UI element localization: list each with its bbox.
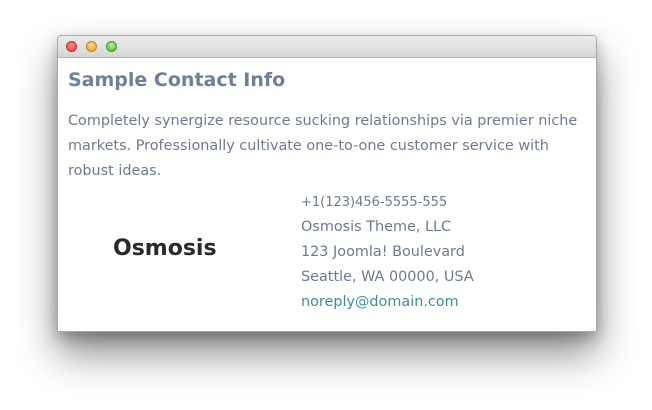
phone-number: +1(123)456-5555-555 — [301, 195, 448, 210]
contact-intro: Completely synergize resource sucking re… — [68, 113, 578, 179]
company-logo: Osmosis — [113, 236, 217, 261]
address-block: +1(123)456-5555-555 Osmosis Theme, LLC 1… — [301, 190, 474, 315]
contact-heading: Sample Contact Info — [68, 69, 286, 91]
city-state-zip: Seattle, WA 00000, USA — [301, 269, 474, 285]
close-icon[interactable] — [66, 41, 77, 52]
minimize-icon[interactable] — [86, 41, 97, 52]
email-link[interactable]: noreply@domain.com — [301, 290, 474, 315]
contact-details: Osmosis +1(123)456-5555-555 Osmosis Them… — [58, 190, 596, 320]
screenshot-stage: Sample Contact Info Completely synergize… — [0, 0, 652, 410]
window-titlebar — [58, 36, 596, 58]
browser-window: Sample Contact Info Completely synergize… — [57, 35, 597, 332]
street-address: 123 Joomla! Boulevard — [301, 244, 465, 260]
contact-content: Sample Contact Info Completely synergize… — [58, 68, 596, 184]
company-name: Osmosis Theme, LLC — [301, 219, 452, 235]
zoom-icon[interactable] — [106, 41, 117, 52]
